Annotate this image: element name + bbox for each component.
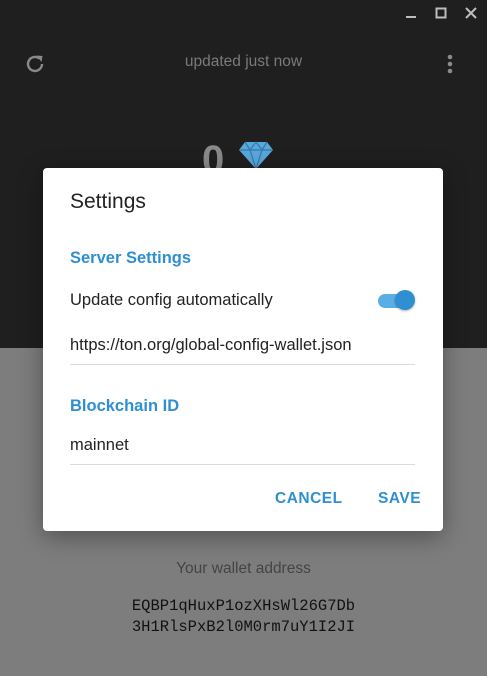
more-vertical-icon[interactable]: [436, 50, 464, 78]
wallet-address[interactable]: EQBP1qHuxP1ozXHsWl26G7Db 3H1RlsPxB2l0M0r…: [0, 596, 487, 638]
blockchain-id-heading: Blockchain ID: [70, 397, 180, 415]
update-config-label: Update config automatically: [70, 291, 273, 309]
update-config-toggle[interactable]: [378, 289, 415, 311]
config-url-field[interactable]: https://ton.org/global-config-wallet.jso…: [70, 336, 415, 365]
update-status: updated just now: [184, 53, 303, 70]
maximize-icon[interactable]: [426, 0, 456, 26]
server-settings-heading: Server Settings: [70, 249, 192, 267]
toggle-knob: [395, 290, 415, 310]
close-icon[interactable]: [456, 0, 486, 26]
wallet-address-label: Your wallet address: [176, 560, 311, 577]
save-button[interactable]: SAVE: [378, 490, 421, 508]
cancel-button[interactable]: CANCEL: [275, 490, 343, 508]
settings-dialog: Settings Server Settings Update config a…: [43, 168, 443, 531]
minimize-icon[interactable]: [396, 0, 426, 26]
blockchain-id-field[interactable]: mainnet: [70, 436, 415, 465]
title-bar: [0, 0, 487, 26]
dialog-title: Settings: [70, 190, 146, 213]
